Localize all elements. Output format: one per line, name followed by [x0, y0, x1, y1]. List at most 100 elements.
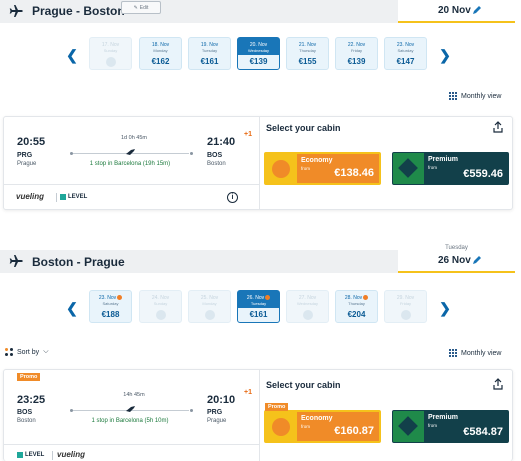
day-card: 25. Nov Monday: [188, 290, 231, 323]
day-weekday: Tuesday: [250, 301, 267, 306]
edit-date-icon[interactable]: [472, 255, 482, 265]
day-price: €147: [396, 57, 415, 66]
fare-from: from: [428, 423, 437, 428]
day-card[interactable]: 23. Nov Saturday €188: [89, 290, 132, 323]
day-card[interactable]: 22. Nov Friday €139: [335, 37, 378, 70]
next-dates-button[interactable]: ❯: [437, 45, 453, 65]
premium-fare-button[interactable]: Premium from €559.46: [392, 152, 509, 185]
departure-code: PRG: [17, 152, 33, 159]
fare-from: from: [301, 166, 310, 171]
promo-dot-icon: [363, 295, 369, 301]
departure-city: Prague: [17, 161, 37, 167]
outbound-route-bar: Prague - Boston ✎ Edit: [0, 0, 398, 23]
day-price: €204: [347, 310, 366, 319]
next-day-indicator: +1: [244, 389, 252, 396]
flight-duration: 1d 0h 45m: [121, 135, 147, 141]
arrival-code: BOS: [207, 152, 223, 159]
fare-name: Economy: [301, 157, 333, 164]
monthly-view-label: Monthly view: [461, 349, 502, 357]
sort-by-label: Sort by: [17, 348, 40, 356]
economy-fare-button[interactable]: Economy from €138.46: [264, 152, 381, 185]
promo-dot-icon: [117, 295, 123, 301]
outbound-date-strip: ❮ 17. Nov Sunday 18. Nov Monday €162 19.…: [60, 37, 460, 73]
day-price: €161: [200, 57, 219, 66]
departure-time: 23:25: [17, 394, 46, 406]
promo-badge: Promo: [265, 403, 289, 411]
economy-fare-button[interactable]: Economy from €160.87: [264, 410, 381, 443]
fare-price: €584.87: [463, 426, 503, 438]
day-weekday: Sunday: [103, 48, 118, 53]
next-dates-button[interactable]: ❯: [437, 298, 453, 318]
unavailable-dot-icon: [400, 310, 411, 320]
chevron-right-icon: ❯: [439, 46, 451, 63]
monthly-view-button[interactable]: Monthly view: [449, 349, 501, 357]
outbound-date-selector[interactable]: 20 Nov: [398, 0, 515, 23]
airline-level: LEVEL: [17, 452, 44, 458]
stop-info: 1 stop in Barcelona (5h 10m): [91, 418, 169, 424]
outbound-route-header: Prague - Boston ✎ Edit 20 Nov: [0, 0, 521, 23]
day-weekday: Wednesday: [296, 301, 319, 306]
monthly-view-label: Monthly view: [461, 92, 502, 100]
fare-price: €559.46: [463, 168, 503, 180]
chevron-down-icon: ⌵: [43, 348, 49, 355]
select-cabin-title: Select your cabin: [266, 380, 341, 390]
monthly-view-button[interactable]: Monthly view: [449, 92, 501, 100]
unavailable-dot-icon: [155, 310, 166, 320]
day-card: 17. Nov Sunday: [89, 37, 132, 70]
day-card-selected[interactable]: 26. Nov Tuesday €161: [237, 290, 280, 323]
return-date-strip: ❮ 23. Nov Saturday €188 24. Nov Sunday 2…: [60, 290, 460, 326]
day-card[interactable]: 23. Nov Saturday €147: [384, 37, 427, 70]
fare-from: from: [301, 424, 310, 429]
day-price: €139: [249, 57, 268, 66]
day-weekday: Saturday: [397, 48, 414, 53]
airplane-icon: [9, 255, 23, 267]
info-icon[interactable]: i: [227, 192, 238, 203]
share-icon[interactable]: [493, 378, 503, 390]
day-card-selected[interactable]: 20. Nov Wednesday €139: [237, 37, 280, 70]
fare-price: €160.87: [334, 425, 374, 437]
calendar-grid-icon: [449, 92, 457, 100]
pencil-icon: ✎: [133, 4, 138, 11]
day-price: €161: [249, 310, 268, 319]
day-weekday: Tuesday: [201, 48, 218, 53]
day-price: €139: [347, 57, 366, 66]
day-weekday: Monday: [202, 301, 217, 306]
arrival-code: PRG: [207, 409, 223, 416]
sort-by-dropdown[interactable]: Sort by ⌵: [5, 348, 49, 356]
edit-button[interactable]: ✎ Edit: [121, 1, 161, 14]
edit-label: Edit: [139, 4, 149, 11]
return-date-selector[interactable]: Tuesday 26 Nov: [398, 244, 515, 273]
day-price: €155: [298, 57, 317, 66]
edit-date-icon[interactable]: [472, 5, 482, 15]
airline-level: LEVEL: [60, 194, 87, 200]
day-card[interactable]: 18. Nov Monday €162: [139, 37, 182, 70]
share-icon[interactable]: [493, 121, 503, 133]
premium-fare-button[interactable]: Premium from €584.87: [392, 410, 509, 443]
arrival-city: Prague: [207, 418, 227, 424]
fare-name: Economy: [301, 415, 333, 422]
chevron-right-icon: ❯: [439, 299, 451, 316]
return-route-bar: Boston - Prague: [0, 250, 398, 273]
select-cabin-title: Select your cabin: [266, 123, 341, 133]
day-card: 27. Nov Wednesday: [286, 290, 329, 323]
day-card[interactable]: 28. Nov Thursday €204: [335, 290, 378, 323]
day-weekday: Thursday: [348, 301, 365, 306]
prev-dates-button[interactable]: ❮: [64, 298, 80, 318]
departure-code: BOS: [17, 409, 33, 416]
day-card[interactable]: 21. Nov Thursday €155: [286, 37, 329, 70]
day-weekday: Thursday: [299, 48, 316, 53]
level-logo-icon: [17, 452, 23, 458]
day-card[interactable]: 19. Nov Tuesday €161: [188, 37, 231, 70]
return-date: 26 Nov: [438, 255, 471, 266]
return-route-header: Boston - Prague Tuesday 26 Nov: [0, 244, 521, 273]
day-price: €162: [151, 57, 170, 66]
calendar-grid-icon: [449, 349, 457, 357]
prev-dates-button[interactable]: ❮: [64, 45, 80, 65]
unavailable-dot-icon: [105, 57, 116, 67]
outbound-date: 20 Nov: [438, 5, 471, 16]
fare-from: from: [428, 165, 437, 170]
chevron-left-icon: ❮: [66, 299, 78, 316]
fare-price: €138.46: [334, 167, 374, 179]
day-card: 24. Nov Sunday: [139, 290, 182, 323]
unavailable-dot-icon: [204, 310, 215, 320]
